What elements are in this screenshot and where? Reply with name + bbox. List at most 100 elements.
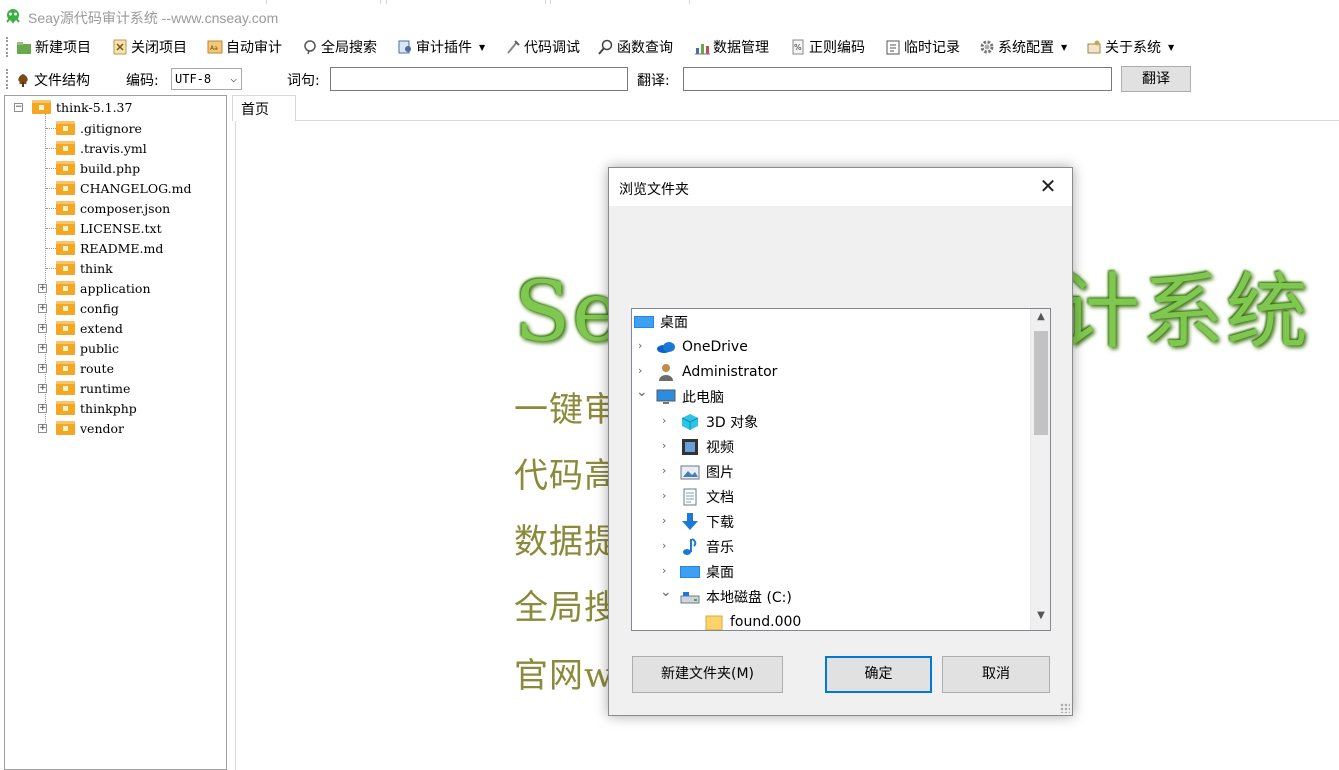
drive-icon [680, 588, 700, 606]
tree-folder[interactable]: public [56, 339, 119, 357]
tree-icon [18, 73, 28, 87]
tree-folder[interactable]: extend [56, 319, 123, 337]
folder-item-music[interactable]: › 音乐 [632, 534, 1028, 559]
regex-encoding-label: 正则编码 [809, 40, 865, 56]
folder-tree-scrollbar[interactable]: ▲ ▼ [1030, 309, 1050, 630]
tree-file[interactable]: think [56, 259, 113, 277]
new-project-button[interactable]: 新建项目 [16, 37, 91, 57]
translate-input[interactable] [683, 67, 1112, 91]
scroll-down-icon[interactable]: ▼ [1031, 610, 1050, 628]
folder-item-desktop-root[interactable]: 桌面 [632, 309, 1028, 334]
collapse-root-icon[interactable]: − [14, 103, 23, 112]
resize-grip[interactable] [1060, 703, 1070, 713]
chevron-right-icon[interactable]: › [638, 364, 642, 377]
folder-item-downloads[interactable]: › 下载 [632, 509, 1028, 534]
tree-folder[interactable]: vendor [56, 419, 124, 437]
data-management-button[interactable]: 数据管理 [694, 37, 769, 57]
chevron-right-icon[interactable]: › [638, 339, 642, 352]
file-structure-toggle[interactable]: 文件结构 [16, 70, 90, 90]
dropdown-arrow-icon: ▼ [479, 42, 486, 52]
chevron-right-icon[interactable]: › [662, 539, 666, 552]
tree-folder[interactable]: route [56, 359, 114, 377]
tree-file[interactable]: composer.json [56, 199, 170, 217]
folder-item-pictures[interactable]: › 图片 [632, 459, 1028, 484]
expand-icon[interactable]: + [38, 384, 47, 393]
expand-icon[interactable]: + [38, 364, 47, 373]
tree-file[interactable]: README.md [56, 239, 163, 257]
folder-item-this-pc[interactable]: ⌄ 此电脑 [632, 384, 1028, 409]
regex-encoding-button[interactable]: % 正则编码 [790, 37, 865, 57]
function-query-button[interactable]: 函数查询 [598, 37, 673, 57]
chevron-right-icon[interactable]: › [662, 514, 666, 527]
file-icon [56, 121, 75, 135]
global-search-label: 全局搜索 [321, 40, 377, 56]
folder-item-drive-c[interactable]: ⌄ 本地磁盘 (C:) [632, 584, 1028, 609]
regex-icon: % [790, 39, 806, 55]
about-system-label: 关于系统 [1105, 40, 1161, 56]
cancel-button[interactable]: 取消 [942, 656, 1050, 693]
tree-file[interactable]: .travis.yml [56, 139, 147, 157]
documents-icon [680, 488, 700, 506]
word-input[interactable] [330, 67, 628, 91]
tree-folder[interactable]: application [56, 279, 151, 297]
scrollbar-thumb[interactable] [1034, 331, 1048, 435]
toolbar-grip[interactable] [6, 69, 9, 89]
tree-file-label: README.md [80, 240, 164, 256]
encoding-select[interactable]: UTF-8 ⌵ [171, 68, 242, 90]
close-icon[interactable]: ✕ [1036, 174, 1060, 200]
temp-notes-button[interactable]: 临时记录 [885, 37, 960, 57]
folder-item-administrator[interactable]: › Administrator [632, 359, 1028, 384]
chevron-right-icon[interactable]: › [662, 414, 666, 427]
audit-plugin-button[interactable]: 审计插件 ▼ [397, 37, 485, 57]
expand-icon[interactable]: + [38, 304, 47, 313]
chevron-down-icon: ⌵ [230, 72, 237, 85]
tree-folder[interactable]: thinkphp [56, 399, 137, 417]
tree-folder-label: extend [80, 320, 123, 336]
folder-item-videos[interactable]: › 视频 [632, 434, 1028, 459]
tree-file[interactable]: .gitignore [56, 119, 142, 137]
expand-icon[interactable]: + [38, 284, 47, 293]
chevron-right-icon[interactable]: › [662, 489, 666, 502]
title-bar: Seay源代码审计系统 --www.cnseay.com [0, 0, 1339, 32]
tree-folder[interactable]: config [56, 299, 119, 317]
expand-icon[interactable]: + [38, 324, 47, 333]
tree-root[interactable]: think-5.1.37 [32, 98, 132, 116]
code-debug-button[interactable]: 代码调试 [505, 37, 580, 57]
toolbar-grip[interactable] [6, 37, 9, 57]
folder-item-3d-objects[interactable]: › 3D 对象 [632, 409, 1028, 434]
file-icon [56, 201, 75, 215]
folder-item-documents[interactable]: › 文档 [632, 484, 1028, 509]
folder-tree[interactable]: 桌面 › OneDrive › Administrator ⌄ 此电脑 › 3D… [631, 308, 1051, 631]
chevron-down-icon[interactable]: ⌄ [636, 384, 648, 400]
tab-home[interactable]: 首页 [232, 95, 296, 121]
translate-button[interactable]: 翻译 [1121, 66, 1191, 92]
chevron-down-icon[interactable]: ⌄ [660, 584, 672, 600]
tree-folder[interactable]: runtime [56, 379, 130, 397]
file-icon [56, 261, 75, 275]
folder-item-found[interactable]: found.000 [632, 609, 1028, 630]
auto-audit-button[interactable]: Aa 自动审计 [207, 37, 282, 57]
expand-icon[interactable]: + [38, 424, 47, 433]
chevron-right-icon[interactable]: › [662, 464, 666, 477]
new-folder-button[interactable]: 新建文件夹(M) [632, 656, 783, 693]
plugin-icon [397, 39, 413, 55]
about-system-button[interactable]: 关于系统 ▼ [1086, 37, 1174, 57]
system-config-button[interactable]: 系统配置 ▼ [979, 37, 1067, 57]
file-icon [56, 141, 75, 155]
expand-icon[interactable]: + [38, 344, 47, 353]
close-project-button[interactable]: 关闭项目 [112, 37, 187, 57]
expand-icon[interactable]: + [38, 404, 47, 413]
tree-file[interactable]: build.php [56, 159, 140, 177]
global-search-button[interactable]: 全局搜索 [302, 37, 377, 57]
folder-item-desktop[interactable]: › 桌面 [632, 559, 1028, 584]
scroll-up-icon[interactable]: ▲ [1031, 311, 1050, 329]
secondary-toolbar: 文件结构 编码: UTF-8 ⌵ 词句: 翻译: 翻译 [0, 63, 1339, 95]
computer-icon [656, 388, 676, 406]
folder-icon [56, 301, 75, 315]
tree-file[interactable]: CHANGELOG.md [56, 179, 191, 197]
ok-button[interactable]: 确定 [825, 656, 932, 693]
chevron-right-icon[interactable]: › [662, 439, 666, 452]
folder-item-onedrive[interactable]: › OneDrive [632, 334, 1028, 359]
tree-file[interactable]: LICENSE.txt [56, 219, 162, 237]
chevron-right-icon[interactable]: › [662, 564, 666, 577]
